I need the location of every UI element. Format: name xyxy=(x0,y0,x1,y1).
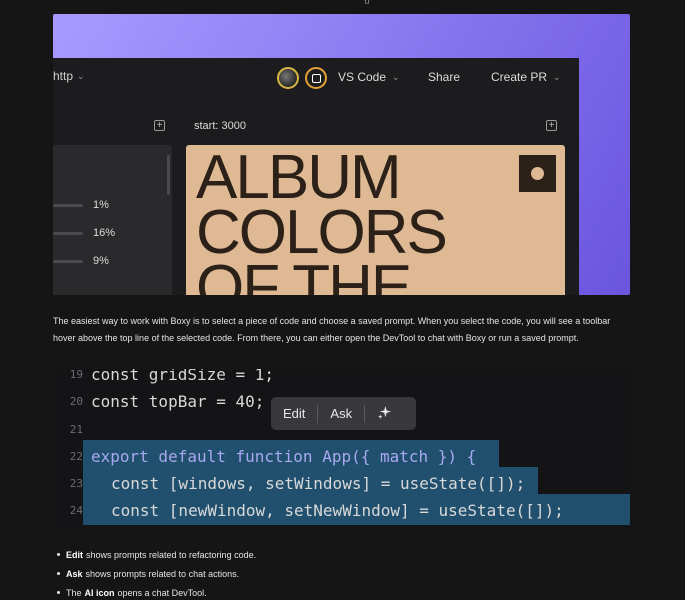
percent-value: 1% xyxy=(93,199,109,211)
code-text: const topBar = 40; xyxy=(91,392,265,411)
code-text: const [newWindow, setNewWindow] = useSta… xyxy=(111,501,564,520)
chevron-down-icon: ⌄ xyxy=(553,71,561,82)
code-line[interactable]: 22 export default function App({ match })… xyxy=(53,443,477,470)
line-number: 20 xyxy=(69,395,83,408)
square-icon xyxy=(311,73,321,83)
panel-label: start: 3000 xyxy=(194,120,246,132)
line-number: 22 xyxy=(69,450,83,463)
album-line: OF THE xyxy=(196,253,412,296)
record-icon xyxy=(519,155,556,192)
album-preview: ALBUM COLORS OF THE xyxy=(186,145,565,295)
scrollbar[interactable] xyxy=(167,155,170,195)
line-number: 21 xyxy=(69,423,83,436)
bullet-text: shows prompts related to refactoring cod… xyxy=(86,549,257,560)
sparkle-icon[interactable] xyxy=(365,405,404,423)
list-item: 1% xyxy=(53,199,109,211)
feature-list: Edit shows prompts related to refactoring… xyxy=(57,545,256,600)
bullet-term: Ask xyxy=(66,568,83,579)
bullet-icon xyxy=(57,572,60,575)
bullet-text: shows prompts related to chat actions. xyxy=(85,568,240,579)
list-item: 9% xyxy=(53,255,109,267)
code-line[interactable]: 23 const [windows, setWindows] = useState… xyxy=(53,470,525,497)
list-item: 16% xyxy=(53,227,115,239)
chevron-down-icon: ⌄ xyxy=(392,71,400,82)
progress-track xyxy=(53,231,83,235)
share-button[interactable]: Share xyxy=(428,70,460,84)
code-block: 19 const gridSize = 1; 20 const topBar = 4… xyxy=(53,369,630,529)
create-pr-label: Create PR xyxy=(491,70,548,84)
add-panel-icon[interactable]: + xyxy=(154,120,165,131)
code-text: const [windows, setWindows] = useState([… xyxy=(111,474,526,493)
chevron-down-icon: ⌄ xyxy=(77,70,85,81)
code-text: const gridSize = 1; xyxy=(91,369,275,384)
code-line[interactable]: 20 const topBar = 40; xyxy=(53,388,265,415)
bullet-icon xyxy=(57,591,60,594)
album-line: ALBUM xyxy=(196,145,402,212)
bullet-term: AI icon xyxy=(84,587,115,598)
ask-button[interactable]: Ask xyxy=(318,406,364,421)
line-number: 19 xyxy=(69,369,83,381)
line-number: 23 xyxy=(69,477,83,490)
intro-paragraph: The easiest way to work with Boxy is to … xyxy=(53,316,611,343)
selection-toolbar: Edit Ask xyxy=(271,397,416,430)
album-title: ALBUM COLORS OF THE xyxy=(196,145,448,296)
bullet-text: opens a chat DevTool. xyxy=(117,587,207,598)
avatar[interactable] xyxy=(277,67,299,89)
hero-screenshot: http ⌄ VS Code ⌄ Share Create PR ⌄ + sta… xyxy=(53,14,630,295)
percent-value: 16% xyxy=(93,227,116,239)
edit-button[interactable]: Edit xyxy=(271,406,317,421)
editor-dropdown[interactable]: VS Code ⌄ xyxy=(338,70,400,84)
album-line: COLORS xyxy=(196,198,448,267)
list-item: The AI icon opens a chat DevTool. xyxy=(57,583,256,600)
avatar-app-icon[interactable] xyxy=(305,67,327,89)
app-window: http ⌄ VS Code ⌄ Share Create PR ⌄ + sta… xyxy=(53,58,579,295)
bullet-prefix: The xyxy=(66,587,82,598)
create-pr-dropdown[interactable]: Create PR ⌄ xyxy=(491,70,561,84)
code-line[interactable]: 19 const gridSize = 1; xyxy=(53,369,274,388)
editor-label: VS Code xyxy=(338,70,387,84)
top-glyph: {} xyxy=(364,0,370,4)
add-panel-icon[interactable]: + xyxy=(546,120,557,131)
stats-panel: 1% 16% 9% xyxy=(53,145,172,295)
app-topbar: http ⌄ VS Code ⌄ Share Create PR ⌄ xyxy=(53,58,579,96)
progress-track xyxy=(53,203,83,207)
percent-value: 9% xyxy=(93,255,109,267)
line-number: 24 xyxy=(69,504,83,517)
branch-dropdown[interactable]: http ⌄ xyxy=(53,69,85,83)
bullet-term: Edit xyxy=(66,549,83,560)
code-line[interactable]: 21 xyxy=(53,416,91,443)
branch-label: http xyxy=(53,69,74,83)
code-line[interactable]: 24 const [newWindow, setNewWindow] = useS… xyxy=(53,497,564,524)
list-item: Edit shows prompts related to refactoring… xyxy=(57,545,256,564)
code-text: export default function App({ match }) { xyxy=(91,447,477,466)
bullet-icon xyxy=(57,553,60,556)
progress-track xyxy=(53,259,83,263)
list-item: Ask shows prompts related to chat actions… xyxy=(57,564,256,583)
